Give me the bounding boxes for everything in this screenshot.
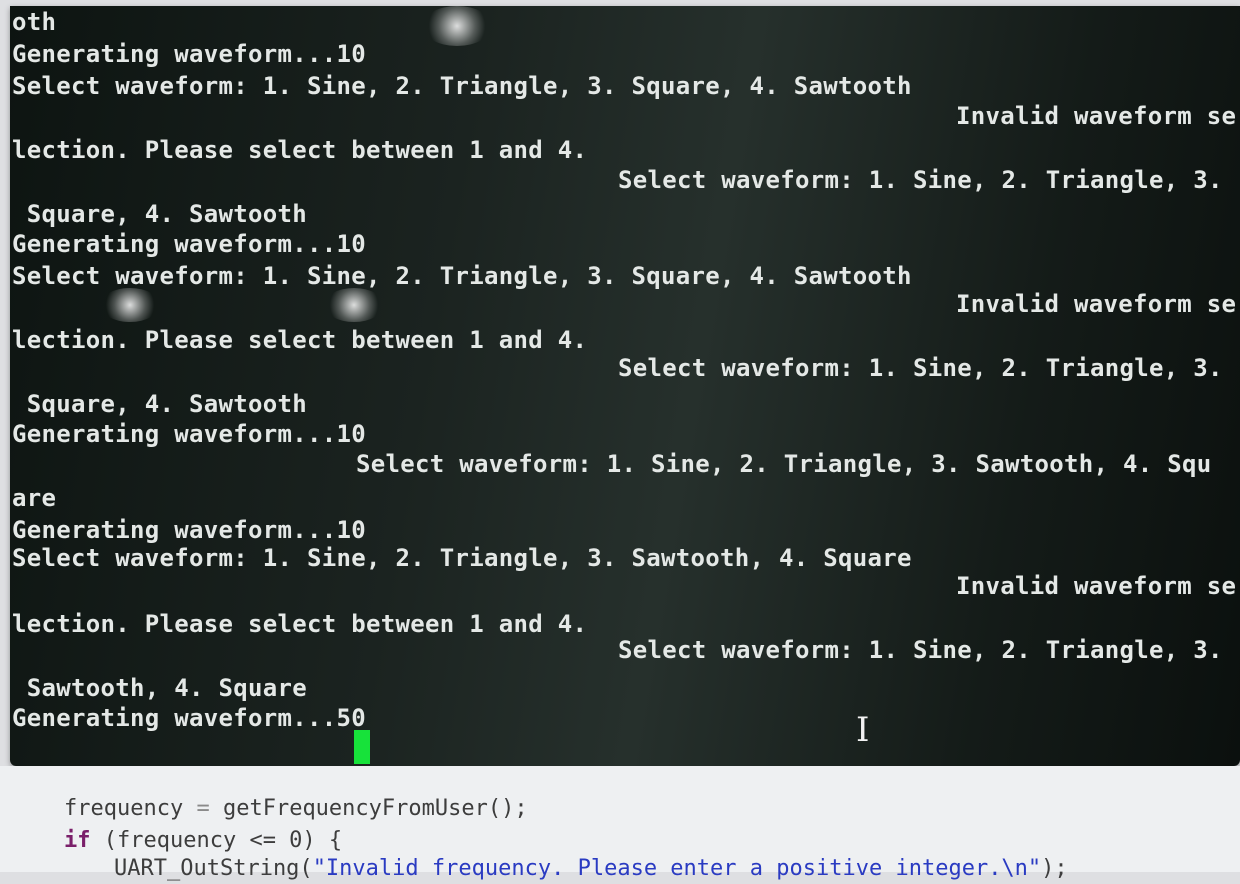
terminal-line: oth	[12, 8, 57, 36]
terminal-line: Generating waveform...10	[12, 420, 366, 448]
terminal-line: lection. Please select between 1 and 4.	[12, 326, 588, 354]
light-reflection	[422, 6, 492, 46]
terminal-line: Sawtooth, 4. Square	[12, 674, 307, 702]
code-editor[interactable]: frequency = getFrequencyFromUser(); if (…	[0, 766, 1240, 881]
terminal-line: Select waveform: 1. Sine, 2. Triangle, 3…	[618, 354, 1223, 382]
terminal-line: Select waveform: 1. Sine, 2. Triangle, 3…	[618, 166, 1223, 194]
terminal-line: Select waveform: 1. Sine, 2. Triangle, 3…	[12, 544, 912, 572]
terminal-line: lection. Please select between 1 and 4.	[12, 136, 588, 164]
code-line-1: frequency = getFrequencyFromUser();	[64, 794, 528, 824]
terminal-line: Generating waveform...10	[12, 230, 366, 258]
code-call: getFrequencyFromUser();	[222, 796, 528, 821]
terminal-line: Invalid waveform se	[956, 290, 1237, 318]
terminal-cursor	[354, 730, 370, 764]
light-reflection	[324, 288, 384, 322]
terminal-window[interactable]: oth Generating waveform...10 Select wave…	[10, 6, 1240, 766]
code-operator: =	[196, 796, 210, 821]
terminal-line: Square, 4. Sawtooth	[12, 200, 307, 228]
terminal-line: Generating waveform...10	[12, 516, 366, 544]
terminal-line: are	[12, 484, 57, 512]
terminal-line: Square, 4. Sawtooth	[12, 390, 307, 418]
terminal-line: Select waveform: 1. Sine, 2. Triangle, 3…	[12, 72, 912, 100]
terminal-line: Invalid waveform se	[956, 572, 1237, 600]
code-line-2: if (frequency <= 0) {	[64, 826, 342, 856]
light-reflection	[100, 288, 160, 322]
ibeam-cursor-icon: I	[856, 710, 870, 750]
terminal-line: Select waveform: 1. Sine, 2. Triangle, 3…	[618, 636, 1223, 664]
code-function: UART_OutString(	[114, 856, 313, 881]
terminal-line: Invalid waveform se	[956, 102, 1237, 130]
code-variable: frequency	[64, 796, 184, 821]
code-keyword: if	[64, 828, 91, 853]
terminal-line: Generating waveform...50	[12, 704, 366, 732]
terminal-line: Generating waveform...10	[12, 40, 366, 68]
code-string: "Invalid frequency. Please enter a posit…	[312, 856, 1042, 881]
terminal-line: Select waveform: 1. Sine, 2. Triangle, 3…	[356, 450, 1212, 478]
terminal-line: Select waveform: 1. Sine, 2. Triangle, 3…	[12, 262, 912, 290]
code-condition: (frequency <= 0) {	[103, 828, 343, 853]
code-terminator: );	[1041, 856, 1068, 881]
terminal-line: lection. Please select between 1 and 4.	[12, 610, 588, 638]
code-line-3: UART_OutString("Invalid frequency. Pleas…	[114, 854, 1068, 884]
